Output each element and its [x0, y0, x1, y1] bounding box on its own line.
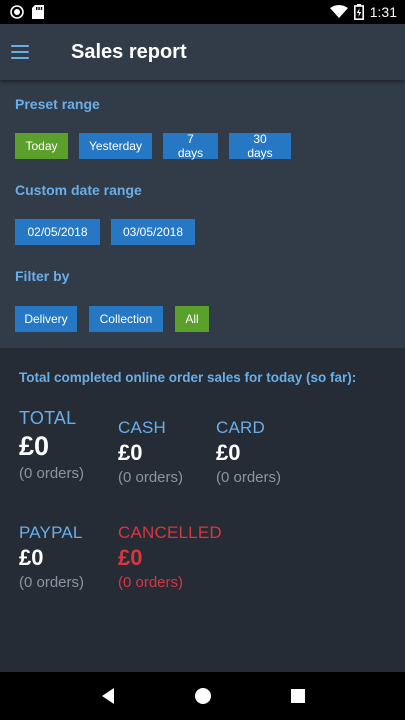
- total-stat: TOTAL £0 (0 orders): [19, 408, 84, 482]
- sales-summary: Total completed online order sales for t…: [0, 348, 405, 672]
- cash-label: CASH: [118, 418, 167, 437]
- controls-panel: Preset range Today Yesterday 7 days 30 d…: [0, 80, 405, 348]
- total-label: TOTAL: [19, 408, 77, 428]
- wifi-icon: [329, 5, 348, 19]
- home-icon[interactable]: [183, 676, 223, 716]
- summary-title: Total completed online order sales for t…: [19, 370, 357, 385]
- total-value: £0: [19, 431, 50, 461]
- custom-range-buttons: 02/05/2018 03/05/2018: [15, 219, 195, 245]
- paypal-value: £0: [19, 545, 44, 570]
- custom-to-date-button[interactable]: 03/05/2018: [111, 219, 195, 245]
- status-time: 1:31: [369, 4, 397, 20]
- total-orders: (0 orders): [19, 465, 85, 482]
- system-nav-bar: [0, 672, 405, 720]
- cancelled-orders: (0 orders): [118, 574, 184, 591]
- paypal-orders: (0 orders): [19, 574, 85, 591]
- cash-orders: (0 orders): [118, 469, 184, 486]
- cash-stat: CASH £0 (0 orders): [118, 418, 183, 486]
- paypal-label: PAYPAL: [19, 523, 83, 542]
- preset-30days-button[interactable]: 30 days: [229, 132, 291, 160]
- battery-charging-icon: [353, 4, 364, 20]
- back-icon[interactable]: [88, 676, 128, 716]
- card-label: CARD: [216, 418, 265, 437]
- preset-7days-button[interactable]: 7 days: [163, 132, 218, 160]
- filter-by-label: Filter by: [15, 268, 70, 284]
- paypal-stat: PAYPAL £0 (0 orders): [19, 523, 84, 591]
- hamburger-menu-icon[interactable]: [11, 45, 29, 59]
- app-bar: Sales report: [0, 24, 405, 80]
- preset-yesterday-button[interactable]: Yesterday: [79, 133, 152, 159]
- custom-range-label: Custom date range: [15, 182, 142, 198]
- sd-card-icon: [32, 5, 44, 19]
- recents-icon[interactable]: [278, 676, 318, 716]
- card-value: £0: [216, 440, 241, 465]
- filter-buttons: Delivery Collection All: [15, 306, 209, 332]
- card-orders: (0 orders): [216, 469, 282, 486]
- cancelled-value: £0: [118, 545, 143, 570]
- custom-from-date-button[interactable]: 02/05/2018: [15, 219, 100, 245]
- filter-all-button[interactable]: All: [175, 306, 209, 332]
- preset-range-buttons: Today Yesterday 7 days 30 days: [15, 132, 291, 160]
- preset-today-button[interactable]: Today: [15, 133, 68, 159]
- filter-collection-button[interactable]: Collection: [89, 306, 163, 332]
- cancelled-label: CANCELLED: [118, 523, 222, 542]
- page-title: Sales report: [71, 40, 187, 63]
- cancelled-stat: CANCELLED £0 (0 orders): [118, 523, 222, 591]
- card-stat: CARD £0 (0 orders): [216, 418, 281, 486]
- preset-range-label: Preset range: [15, 96, 100, 112]
- cash-value: £0: [118, 440, 143, 465]
- filter-delivery-button[interactable]: Delivery: [15, 306, 77, 332]
- notification-circle-icon: [10, 5, 24, 19]
- status-bar: 1:31: [0, 0, 405, 24]
